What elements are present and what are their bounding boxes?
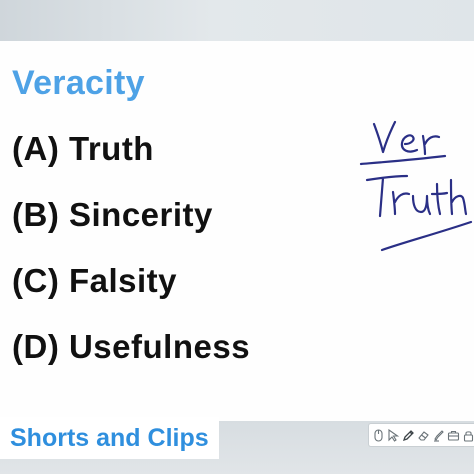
highlighter-icon[interactable] [432,426,445,444]
shorts-and-clips-caption: Shorts and Clips [0,417,219,459]
option-b: (B) Sincerity [12,196,213,233]
pen-icon[interactable] [402,426,415,444]
screen: Veracity (A) Truth (B) Sincerity (C) Fal… [0,0,474,474]
cursor-arrow-icon[interactable] [387,426,400,444]
top-frame [0,0,474,41]
mouse-icon[interactable] [372,426,385,444]
eraser-icon[interactable] [417,426,430,444]
option-d: (D) Usefulness [12,328,251,365]
lock-icon[interactable] [462,426,474,444]
option-a: (A) Truth [12,130,154,167]
toolbox-icon[interactable] [447,426,460,444]
option-c: (C) Falsity [12,262,178,299]
handwritten-notes [359,120,473,252]
annotation-toolbar [368,423,474,447]
question-title: Veracity [12,64,145,102]
